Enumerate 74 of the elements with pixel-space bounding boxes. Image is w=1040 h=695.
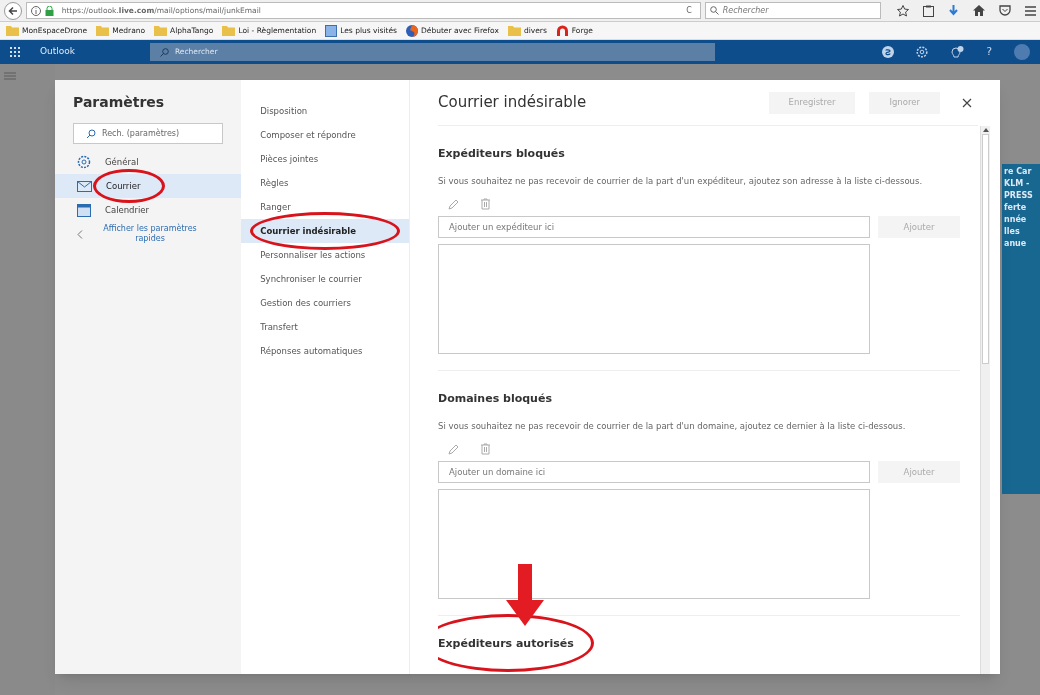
option-item[interactable]: Règles — [241, 171, 409, 195]
trash-icon[interactable] — [480, 198, 491, 210]
pencil-icon[interactable] — [448, 443, 460, 455]
envelope-icon — [77, 180, 92, 192]
reload-button[interactable]: C — [682, 4, 696, 17]
banner-text: lles — [1003, 226, 1021, 238]
scroll-up-arrow-icon[interactable] — [982, 128, 989, 132]
section-title: Expéditeurs bloqués — [438, 146, 565, 162]
folder-icon — [6, 25, 19, 36]
section-description: Si vous souhaitez ne pas recevoir de courrier de la part d'un domaine, ajoutez ce dernier à la liste ci-dessous. — [438, 420, 907, 433]
search-icon — [86, 128, 96, 139]
folder-icon — [222, 25, 236, 36]
browser-search-field[interactable]: Rechercher — [704, 2, 881, 19]
banner-text: PRESS — [1003, 190, 1034, 202]
star-icon[interactable] — [897, 4, 909, 17]
scrollbar[interactable] — [980, 126, 990, 674]
search-icon — [709, 6, 719, 15]
home-icon[interactable] — [973, 5, 985, 16]
trash-icon[interactable] — [480, 443, 491, 455]
lightbulb-icon[interactable] — [950, 45, 965, 59]
settings-icon[interactable] — [916, 46, 929, 58]
section-description: Si vous souhaitez ne pas recevoir de courrier de la part d'un expéditeur, ajoutez son adresse à la liste ci-dessous. — [438, 175, 924, 188]
option-item[interactable]: Transfert — [241, 315, 409, 339]
back-arrow-icon — [7, 5, 18, 16]
banner-text: re Car — [1003, 166, 1033, 178]
globe-icon — [406, 24, 418, 37]
banner-text: anue — [1003, 238, 1028, 250]
option-item[interactable]: Composer et répondre — [241, 123, 409, 147]
info-icon — [30, 5, 41, 16]
folder-icon — [96, 25, 110, 36]
arch-icon — [555, 25, 569, 36]
clipboard-icon[interactable] — [923, 4, 934, 17]
menu-icon[interactable] — [1025, 5, 1036, 16]
down-arrow-annotation — [506, 564, 544, 626]
calendar-icon — [77, 203, 91, 217]
category-item[interactable]: Général — [55, 150, 242, 174]
option-item[interactable]: Ranger — [241, 195, 409, 219]
window-icon — [325, 24, 338, 37]
help-button[interactable]: ? — [986, 43, 992, 61]
settings-title: Paramètres — [72, 93, 166, 112]
add-input-field[interactable]: Ajouter un domaine ici — [438, 461, 870, 483]
lock-icon — [44, 5, 54, 16]
option-item[interactable]: Disposition — [241, 99, 409, 123]
category-item[interactable]: Calendrier — [55, 198, 242, 222]
back-button[interactable] — [4, 1, 22, 20]
add-input-field[interactable]: Ajouter un expéditeur ici — [438, 216, 870, 238]
app-title: Outlook — [40, 45, 77, 59]
option-item[interactable]: Personnaliser les actions — [241, 243, 409, 267]
close-icon[interactable] — [962, 97, 972, 108]
banner-text: nnée — [1003, 214, 1028, 226]
shield-icon[interactable] — [999, 5, 1011, 16]
folder-icon — [507, 25, 521, 36]
settings-icon — [77, 155, 91, 169]
option-item[interactable]: Réponses automatiques — [241, 339, 409, 363]
banner-text: KLM - — [1003, 178, 1031, 190]
option-item[interactable]: Courrier indésirable — [241, 219, 409, 243]
section-title: Domaines bloqués — [438, 391, 552, 407]
chevron-left-icon — [77, 230, 83, 239]
category-item[interactable]: Courrier — [55, 174, 242, 198]
search-icon — [160, 47, 169, 57]
pencil-icon[interactable] — [448, 198, 460, 210]
option-item[interactable]: Gestion des courriers — [241, 291, 409, 315]
app-launcher-icon[interactable] — [10, 47, 20, 57]
download-icon[interactable] — [948, 4, 959, 17]
option-item[interactable]: Pièces jointes — [241, 147, 409, 171]
scrollbar-thumb[interactable] — [982, 134, 989, 364]
section-title: Expéditeurs autorisés — [438, 636, 574, 652]
settings-search-field[interactable]: Rech. (paramètres) — [73, 123, 224, 144]
panel-title: Courrier indésirable — [438, 92, 588, 114]
banner-text: ferte — [1003, 202, 1028, 214]
folder-icon — [154, 25, 168, 36]
chat-bubble-icon[interactable] — [882, 46, 895, 58]
quick-settings-link[interactable]: Afficher les paramètres rapides — [95, 224, 205, 244]
option-item[interactable]: Synchroniser le courrier — [241, 267, 409, 291]
